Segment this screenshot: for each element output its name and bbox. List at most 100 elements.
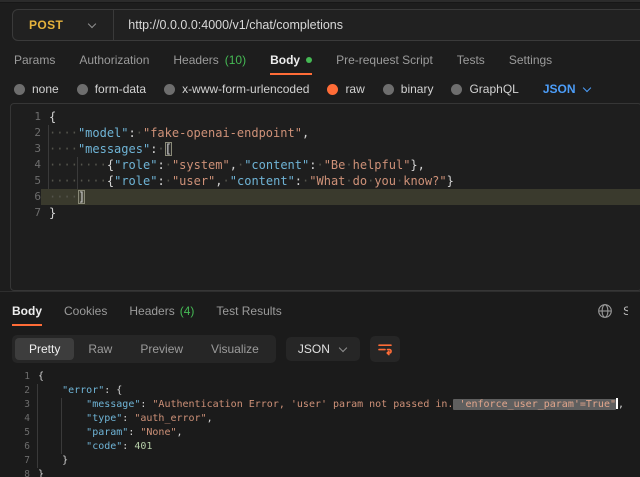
globe-button[interactable] [597,303,613,319]
response-toolbar: PrettyRawPreviewVisualize JSON [12,335,628,363]
whitespace-dot: · [316,158,323,172]
wrap-text-button[interactable] [370,336,400,362]
response-body-editor[interactable]: 1{2 "error": {3 "message": "Authenticati… [0,368,640,477]
whitespace-dot: · [71,142,78,156]
code-line-content: "param": "None", [30,426,640,440]
tab-authorization[interactable]: Authorization [79,45,149,75]
code-token: ] [78,190,85,204]
bodymode-binary[interactable]: binary [383,82,434,96]
whitespace-dot: · [100,158,107,172]
bodymode-label: raw [345,82,364,96]
bodymode-x-www-form-urlencoded[interactable]: x-www-form-urlencoded [164,82,309,96]
code-line: 5········{"role":·"user",·"content":·"Wh… [11,173,640,189]
response-tab-cookies[interactable]: Cookies [64,304,107,326]
code-token: [ [165,142,172,156]
code-token: "None" [140,427,176,438]
code-line: 4 "type": "auth_error", [0,412,640,426]
code-token: } [447,174,454,188]
tab-settings[interactable]: Settings [509,45,552,75]
bodymode-none[interactable]: none [14,82,59,96]
code-token: } [38,469,44,477]
line-number: 8 [0,468,30,477]
code-token: :· [309,158,323,172]
response-view-switcher: PrettyRawPreviewVisualize [12,335,276,363]
tab-label: Params [14,53,55,67]
globe-icon [597,303,613,319]
unsaved-dot-icon [306,57,312,63]
content-type-label: JSON [543,82,576,96]
code-line: 3 "message": "Authentication Error, 'use… [0,398,640,412]
response-language-select[interactable]: JSON [286,337,360,361]
code-token: "error" [62,385,104,396]
code-token: ,· [230,158,244,172]
code-token: : [122,413,134,424]
tab-pre-request-script[interactable]: Pre-request Script [336,45,433,75]
tab-label: Headers [129,304,174,318]
url-input[interactable]: http://0.0.0.0:4000/v1/chat/completions [114,18,343,32]
tab-label: Settings [509,53,552,67]
whitespace-dot: · [63,158,70,172]
response-section: Body Cookies Headers(4) Test Results S Prett… [0,291,640,477]
wrap-text-icon [376,340,394,358]
code-token [38,441,86,452]
code-line: 3····"messages":·[ [11,141,640,157]
code-token: ········{ [49,174,114,188]
bodymode-label: x-www-form-urlencoded [182,82,309,96]
code-token: ,· [215,174,229,188]
view-visualize[interactable]: Visualize [197,338,273,360]
code-token: 401 [134,441,152,452]
content-type-select[interactable]: JSON [543,82,592,96]
code-token: { [38,371,44,382]
method-select[interactable]: POST [13,10,113,40]
code-token: } [49,206,56,220]
whitespace-dot: · [165,174,172,188]
tab-label: Body [12,304,42,318]
code-line: 1{ [11,109,640,125]
code-line: 2····"model":·"fake-openai-endpoint", [11,125,640,141]
whitespace-dot: · [63,126,70,140]
code-line-content: ····] [41,189,640,205]
bodymode-raw[interactable]: raw [327,82,364,96]
code-token: : [128,427,140,438]
response-tab-headers[interactable]: Headers(4) [129,304,194,326]
code-token: , [618,399,624,410]
radio-icon [327,84,338,95]
whitespace-dot: · [63,142,70,156]
code-line-content: ····"model":·"fake-openai-endpoint", [41,125,640,141]
code-line: 8} [0,468,640,477]
code-token: "param" [86,427,128,438]
code-line-content: } [30,454,640,468]
code-token: :· [295,174,309,188]
code-line-content: "code": 401 [30,440,640,454]
line-number: 6 [11,189,41,205]
code-token: , [302,126,309,140]
tab-params[interactable]: Params [14,45,55,75]
code-token: "code" [86,441,122,452]
body-mode-radios: none form-data x-www-form-urlencoded raw bin… [14,82,519,96]
postman-window: POST http://0.0.0.0:4000/v1/chat/complet… [0,0,640,477]
whitespace-dot: · [63,174,70,188]
line-number: 4 [0,412,30,426]
response-tab-body[interactable]: Body [12,304,42,326]
bodymode-graphql[interactable]: GraphQL [451,82,518,96]
request-body-editor[interactable]: 1{2····"model":·"fake-openai-endpoint",3… [10,103,640,291]
response-tab-test-results[interactable]: Test Results [216,304,281,326]
view-preview[interactable]: Preview [126,338,197,360]
code-token: }, [410,158,424,172]
whitespace-dot: · [165,158,172,172]
tab-label: Body [270,53,300,67]
code-line-content: "type": "auth_error", [30,412,640,426]
view-pretty[interactable]: Pretty [15,338,74,360]
code-token: :· [157,158,171,172]
code-token: "messages" [78,142,150,156]
tab-label: Pre-request Script [336,53,433,67]
line-number: 2 [11,125,41,141]
tab-tests[interactable]: Tests [457,45,485,75]
bodymode-form-data[interactable]: form-data [77,82,146,96]
tab-body[interactable]: Body [270,45,312,75]
status-text-clipped: S [623,304,628,318]
tab-headers[interactable]: Headers(10) [173,45,246,75]
view-raw[interactable]: Raw [74,338,126,360]
code-token: "type" [86,413,122,424]
tab-count: (10) [225,53,246,67]
